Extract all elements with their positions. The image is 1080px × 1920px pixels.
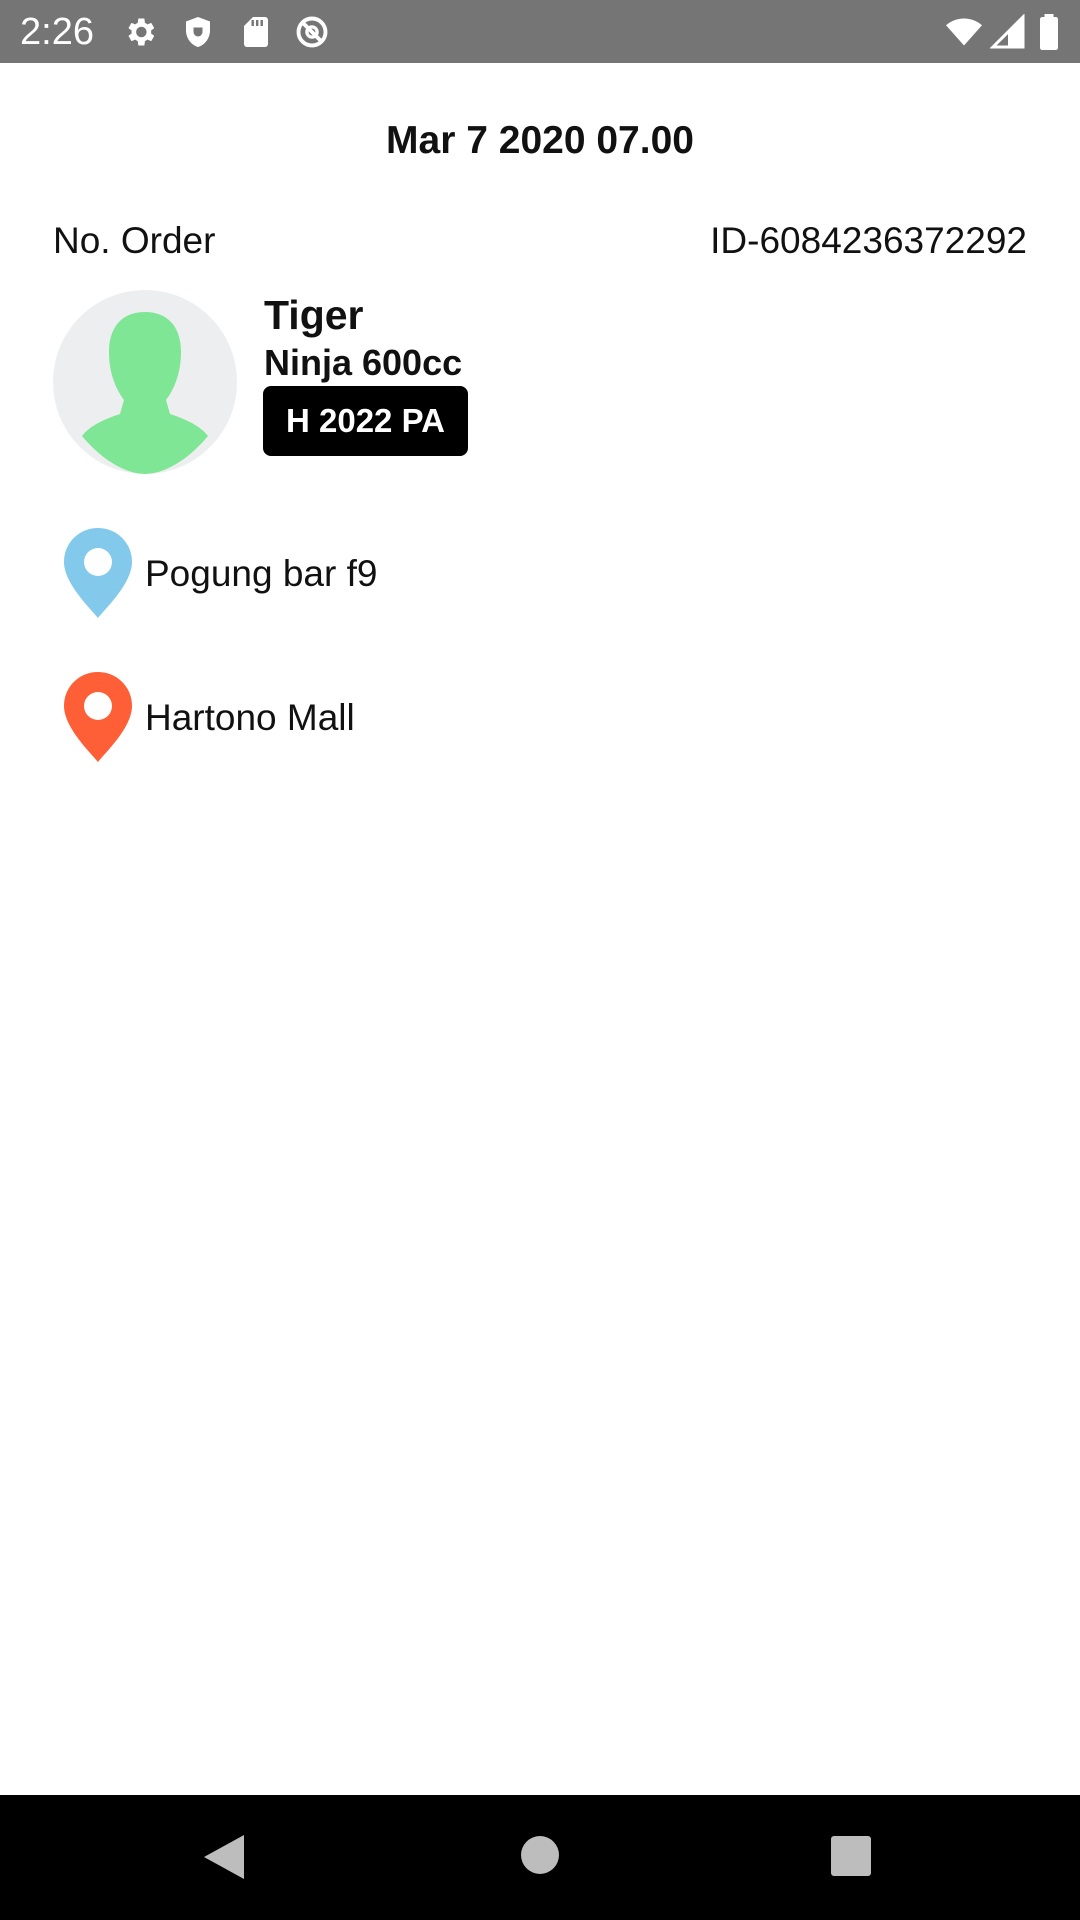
pickup-location-pin-icon — [64, 528, 132, 618]
person-avatar-icon — [82, 312, 208, 474]
pickup-location: Pogung bar f9 — [145, 553, 378, 594]
shield-icon — [186, 17, 210, 47]
do-not-disturb-icon — [296, 16, 328, 48]
order-id: ID-6084236372292 — [710, 220, 1027, 261]
order-number-label: No. Order — [53, 220, 216, 261]
gear-icon — [128, 18, 155, 46]
status-time: 2:26 — [20, 11, 94, 53]
license-plate-badge: H 2022 PA — [263, 386, 468, 456]
recents-icon[interactable] — [830, 1835, 872, 1877]
wifi-icon — [946, 18, 982, 46]
battery-icon — [1040, 14, 1058, 50]
navigation-bar — [0, 1795, 1080, 1920]
driver-name: Tiger — [264, 292, 364, 338]
back-icon[interactable] — [200, 1833, 248, 1881]
sd-card-icon — [244, 17, 268, 47]
status-bar: 2:26 — [0, 0, 1080, 63]
vehicle-model: Ninja 600cc — [264, 342, 463, 383]
order-date: Mar 7 2020 07.00 — [386, 119, 694, 162]
avatar — [53, 290, 237, 474]
home-icon[interactable] — [520, 1835, 560, 1875]
signal-icon — [990, 14, 1025, 49]
destination-location: Hartono Mall — [145, 697, 355, 738]
destination-location-pin-icon — [64, 672, 132, 762]
